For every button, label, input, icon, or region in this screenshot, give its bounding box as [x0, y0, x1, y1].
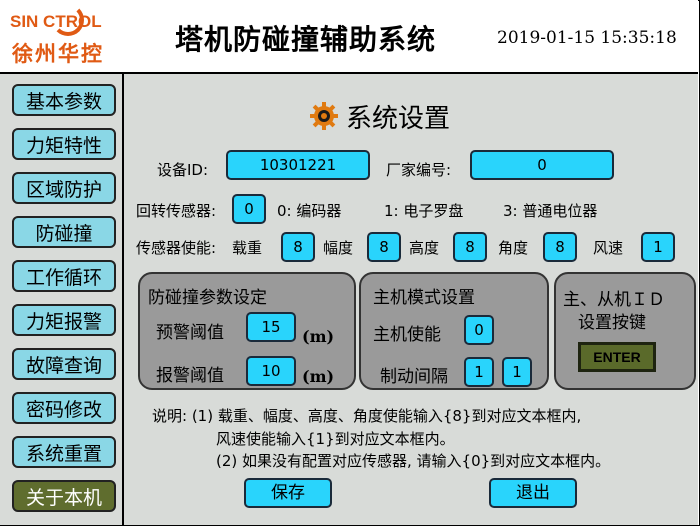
nav-password-change[interactable]: 密码修改: [12, 392, 116, 424]
device-id-label: 设备ID:: [157, 161, 209, 179]
nav-zone-protection[interactable]: 区域防护: [12, 172, 116, 204]
note-line-3: (2) 如果没有配置对应传感器, 请输入{0}到对应文本框内。: [216, 452, 611, 470]
header: SIN CTROL 徐州华控 塔机防碰撞辅助系统 2019-01-15 15:3…: [0, 0, 698, 74]
nav-torque-alarm[interactable]: 力矩报警: [12, 304, 116, 336]
sidebar: 基本参数 力矩特性 区域防护 防碰撞 工作循环 力矩报警 故障查询 密码修改 系…: [0, 74, 124, 525]
host-enable-label: 主机使能: [373, 325, 441, 345]
nav-basic-params[interactable]: 基本参数: [12, 84, 116, 116]
page-title: 系统设置: [346, 104, 451, 134]
vendor-label: 厂家编号:: [386, 161, 452, 179]
amplitude-enable-field[interactable]: 8: [367, 232, 401, 262]
alarm-threshold-field[interactable]: 10: [246, 356, 296, 386]
logo-text-bottom: 徐州华控: [12, 42, 104, 66]
id-setting-title-line2: 设置按键: [578, 313, 646, 333]
warning-threshold-label: 预警阈值: [156, 323, 224, 343]
exit-button[interactable]: 退出: [489, 478, 577, 508]
app-title: 塔机防碰撞辅助系统: [175, 23, 437, 56]
angle-label: 角度: [498, 239, 529, 257]
alarm-unit: (m): [302, 367, 335, 386]
height-enable-field[interactable]: 8: [453, 232, 487, 262]
load-label: 载重: [232, 239, 263, 257]
wind-enable-field[interactable]: 1: [641, 232, 675, 262]
brake-interval-field-2[interactable]: 1: [502, 357, 532, 387]
nav-torque-characteristics[interactable]: 力矩特性: [12, 128, 116, 160]
note-line-1: 说明: (1) 载重、幅度、高度、角度使能输入{8}到对应文本框内,: [152, 407, 582, 425]
amplitude-label: 幅度: [323, 239, 354, 257]
nav-about[interactable]: 关于本机: [12, 480, 116, 512]
vendor-field[interactable]: 0: [470, 150, 614, 180]
rotation-sensor-label: 回转传感器:: [136, 202, 217, 220]
nav-work-cycle[interactable]: 工作循环: [12, 260, 116, 292]
load-enable-field[interactable]: 8: [281, 232, 315, 262]
datetime-display: 2019-01-15 15:35:18: [497, 28, 677, 48]
warning-threshold-field[interactable]: 15: [246, 312, 296, 342]
anti-collision-title: 防碰撞参数设定: [148, 288, 267, 308]
rotation-option-potentiometer: 3: 普通电位器: [503, 202, 598, 220]
warning-unit: (m): [302, 327, 335, 346]
enter-button[interactable]: ENTER: [578, 342, 656, 372]
gear-icon: [310, 102, 338, 130]
device-id-field[interactable]: 10301221: [226, 150, 370, 180]
wind-label: 风速: [593, 239, 624, 257]
brake-interval-label: 制动间隔: [380, 367, 448, 387]
angle-enable-field[interactable]: 8: [543, 232, 577, 262]
rotation-option-encoder: 0: 编码器: [277, 202, 342, 220]
rotation-option-compass: 1: 电子罗盘: [384, 202, 464, 220]
sensor-enable-label: 传感器使能:: [136, 239, 217, 257]
height-label: 高度: [409, 239, 440, 257]
nav-system-reset[interactable]: 系统重置: [12, 436, 116, 468]
note-line-2: 风速使能输入{1}到对应文本框内。: [216, 430, 455, 448]
nav-fault-query[interactable]: 故障查询: [12, 348, 116, 380]
rotation-sensor-field[interactable]: 0: [232, 194, 266, 224]
save-button[interactable]: 保存: [244, 478, 332, 508]
logo-swirl-icon: [52, 4, 84, 36]
id-setting-title-line1: 主、从机ＩＤ: [563, 290, 665, 310]
host-mode-title: 主机模式设置: [373, 288, 475, 308]
brake-interval-field-1[interactable]: 1: [464, 357, 494, 387]
host-enable-field[interactable]: 0: [464, 315, 494, 345]
alarm-threshold-label: 报警阈值: [156, 366, 224, 386]
nav-anti-collision[interactable]: 防碰撞: [12, 216, 116, 248]
